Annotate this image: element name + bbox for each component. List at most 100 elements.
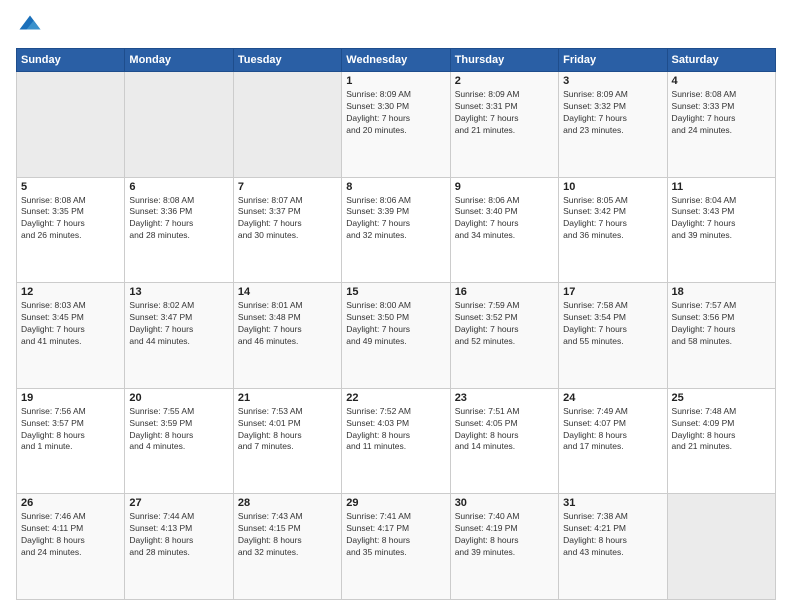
calendar-cell: 11 Sunrise: 8:04 AM Sunset: 3:43 PM Dayli… xyxy=(667,177,775,283)
day-info: Sunrise: 8:09 AM Sunset: 3:30 PM Dayligh… xyxy=(346,89,445,137)
day-number: 19 xyxy=(21,392,120,404)
calendar-cell: 29 Sunrise: 7:41 AM Sunset: 4:17 PM Dayli… xyxy=(342,494,450,600)
page: SundayMondayTuesdayWednesdayThursdayFrid… xyxy=(0,0,792,612)
weekday-header-sunday: Sunday xyxy=(17,49,125,72)
day-info: Sunrise: 7:43 AM Sunset: 4:15 PM Dayligh… xyxy=(238,511,337,559)
day-info: Sunrise: 7:55 AM Sunset: 3:59 PM Dayligh… xyxy=(129,406,228,454)
day-number: 9 xyxy=(455,181,554,193)
day-info: Sunrise: 8:04 AM Sunset: 3:43 PM Dayligh… xyxy=(672,195,771,243)
day-number: 6 xyxy=(129,181,228,193)
day-info: Sunrise: 7:41 AM Sunset: 4:17 PM Dayligh… xyxy=(346,511,445,559)
calendar-cell: 22Sunrise: 7:52 AM Sunset: 4:03 PM Dayli… xyxy=(342,388,450,494)
day-info: Sunrise: 8:00 AM Sunset: 3:50 PM Dayligh… xyxy=(346,300,445,348)
day-info: Sunrise: 8:07 AM Sunset: 3:37 PM Dayligh… xyxy=(238,195,337,243)
day-number: 22 xyxy=(346,392,445,404)
day-info: Sunrise: 8:08 AM Sunset: 3:36 PM Dayligh… xyxy=(129,195,228,243)
weekday-header-monday: Monday xyxy=(125,49,233,72)
weekday-header-row: SundayMondayTuesdayWednesdayThursdayFrid… xyxy=(17,49,776,72)
week-row-2: 5Sunrise: 8:08 AM Sunset: 3:35 PM Daylig… xyxy=(17,177,776,283)
logo xyxy=(16,12,48,40)
calendar-cell: 6 Sunrise: 8:08 AM Sunset: 3:36 PM Daylig… xyxy=(125,177,233,283)
day-info: Sunrise: 7:38 AM Sunset: 4:21 PM Dayligh… xyxy=(563,511,662,559)
calendar-cell: 31Sunrise: 7:38 AM Sunset: 4:21 PM Dayli… xyxy=(559,494,667,600)
day-info: Sunrise: 8:03 AM Sunset: 3:45 PM Dayligh… xyxy=(21,300,120,348)
calendar-cell: 14 Sunrise: 8:01 AM Sunset: 3:48 PM Dayli… xyxy=(233,283,341,389)
day-info: Sunrise: 7:53 AM Sunset: 4:01 PM Dayligh… xyxy=(238,406,337,454)
day-number: 2 xyxy=(455,75,554,87)
weekday-header-tuesday: Tuesday xyxy=(233,49,341,72)
calendar-cell: 27 Sunrise: 7:44 AM Sunset: 4:13 PM Dayli… xyxy=(125,494,233,600)
day-number: 27 xyxy=(129,497,228,509)
day-number: 4 xyxy=(672,75,771,87)
weekday-header-friday: Friday xyxy=(559,49,667,72)
day-number: 11 xyxy=(672,181,771,193)
calendar-cell: 25Sunrise: 7:48 AM Sunset: 4:09 PM Dayli… xyxy=(667,388,775,494)
week-row-5: 26 Sunrise: 7:46 AM Sunset: 4:11 PM Dayli… xyxy=(17,494,776,600)
calendar-cell: 17 Sunrise: 7:58 AM Sunset: 3:54 PM Dayli… xyxy=(559,283,667,389)
calendar-cell: 19 Sunrise: 7:56 AM Sunset: 3:57 PM Dayli… xyxy=(17,388,125,494)
header xyxy=(16,12,776,40)
week-row-4: 19 Sunrise: 7:56 AM Sunset: 3:57 PM Dayli… xyxy=(17,388,776,494)
calendar-cell: 5Sunrise: 8:08 AM Sunset: 3:35 PM Daylig… xyxy=(17,177,125,283)
day-number: 18 xyxy=(672,286,771,298)
day-info: Sunrise: 8:09 AM Sunset: 3:31 PM Dayligh… xyxy=(455,89,554,137)
calendar-cell: 4Sunrise: 8:08 AM Sunset: 3:33 PM Daylig… xyxy=(667,72,775,178)
calendar-cell: 30 Sunrise: 7:40 AM Sunset: 4:19 PM Dayli… xyxy=(450,494,558,600)
day-number: 26 xyxy=(21,497,120,509)
day-info: Sunrise: 8:06 AM Sunset: 3:40 PM Dayligh… xyxy=(455,195,554,243)
weekday-header-wednesday: Wednesday xyxy=(342,49,450,72)
calendar-cell: 16 Sunrise: 7:59 AM Sunset: 3:52 PM Dayli… xyxy=(450,283,558,389)
day-number: 8 xyxy=(346,181,445,193)
day-info: Sunrise: 7:57 AM Sunset: 3:56 PM Dayligh… xyxy=(672,300,771,348)
day-number: 30 xyxy=(455,497,554,509)
calendar-cell: 3Sunrise: 8:09 AM Sunset: 3:32 PM Daylig… xyxy=(559,72,667,178)
day-info: Sunrise: 8:02 AM Sunset: 3:47 PM Dayligh… xyxy=(129,300,228,348)
calendar-cell: 7 Sunrise: 8:07 AM Sunset: 3:37 PM Daylig… xyxy=(233,177,341,283)
logo-icon xyxy=(16,12,44,40)
calendar-cell: 28Sunrise: 7:43 AM Sunset: 4:15 PM Dayli… xyxy=(233,494,341,600)
calendar-cell xyxy=(17,72,125,178)
day-info: Sunrise: 7:59 AM Sunset: 3:52 PM Dayligh… xyxy=(455,300,554,348)
calendar-cell: 15 Sunrise: 8:00 AM Sunset: 3:50 PM Dayli… xyxy=(342,283,450,389)
calendar-cell: 10 Sunrise: 8:05 AM Sunset: 3:42 PM Dayli… xyxy=(559,177,667,283)
day-info: Sunrise: 8:05 AM Sunset: 3:42 PM Dayligh… xyxy=(563,195,662,243)
calendar-table: SundayMondayTuesdayWednesdayThursdayFrid… xyxy=(16,48,776,600)
day-info: Sunrise: 7:48 AM Sunset: 4:09 PM Dayligh… xyxy=(672,406,771,454)
day-number: 15 xyxy=(346,286,445,298)
day-number: 20 xyxy=(129,392,228,404)
calendar-cell: 13Sunrise: 8:02 AM Sunset: 3:47 PM Dayli… xyxy=(125,283,233,389)
week-row-3: 12 Sunrise: 8:03 AM Sunset: 3:45 PM Dayli… xyxy=(17,283,776,389)
day-info: Sunrise: 7:56 AM Sunset: 3:57 PM Dayligh… xyxy=(21,406,120,454)
day-info: Sunrise: 7:40 AM Sunset: 4:19 PM Dayligh… xyxy=(455,511,554,559)
calendar-cell: 26 Sunrise: 7:46 AM Sunset: 4:11 PM Dayli… xyxy=(17,494,125,600)
calendar-cell xyxy=(125,72,233,178)
day-number: 17 xyxy=(563,286,662,298)
day-info: Sunrise: 8:09 AM Sunset: 3:32 PM Dayligh… xyxy=(563,89,662,137)
calendar-cell: 21 Sunrise: 7:53 AM Sunset: 4:01 PM Dayli… xyxy=(233,388,341,494)
day-number: 7 xyxy=(238,181,337,193)
calendar-cell xyxy=(667,494,775,600)
day-number: 14 xyxy=(238,286,337,298)
day-number: 12 xyxy=(21,286,120,298)
calendar-cell: 2 Sunrise: 8:09 AM Sunset: 3:31 PM Daylig… xyxy=(450,72,558,178)
day-number: 16 xyxy=(455,286,554,298)
day-number: 1 xyxy=(346,75,445,87)
day-info: Sunrise: 8:01 AM Sunset: 3:48 PM Dayligh… xyxy=(238,300,337,348)
day-info: Sunrise: 7:49 AM Sunset: 4:07 PM Dayligh… xyxy=(563,406,662,454)
calendar-cell: 20 Sunrise: 7:55 AM Sunset: 3:59 PM Dayli… xyxy=(125,388,233,494)
day-number: 21 xyxy=(238,392,337,404)
day-number: 10 xyxy=(563,181,662,193)
day-number: 29 xyxy=(346,497,445,509)
calendar-cell: 1 Sunrise: 8:09 AM Sunset: 3:30 PM Daylig… xyxy=(342,72,450,178)
day-number: 23 xyxy=(455,392,554,404)
day-number: 24 xyxy=(563,392,662,404)
day-info: Sunrise: 7:46 AM Sunset: 4:11 PM Dayligh… xyxy=(21,511,120,559)
day-info: Sunrise: 7:44 AM Sunset: 4:13 PM Dayligh… xyxy=(129,511,228,559)
weekday-header-thursday: Thursday xyxy=(450,49,558,72)
day-number: 5 xyxy=(21,181,120,193)
day-info: Sunrise: 7:51 AM Sunset: 4:05 PM Dayligh… xyxy=(455,406,554,454)
calendar-cell: 12 Sunrise: 8:03 AM Sunset: 3:45 PM Dayli… xyxy=(17,283,125,389)
weekday-header-saturday: Saturday xyxy=(667,49,775,72)
day-info: Sunrise: 7:58 AM Sunset: 3:54 PM Dayligh… xyxy=(563,300,662,348)
week-row-1: 1 Sunrise: 8:09 AM Sunset: 3:30 PM Daylig… xyxy=(17,72,776,178)
